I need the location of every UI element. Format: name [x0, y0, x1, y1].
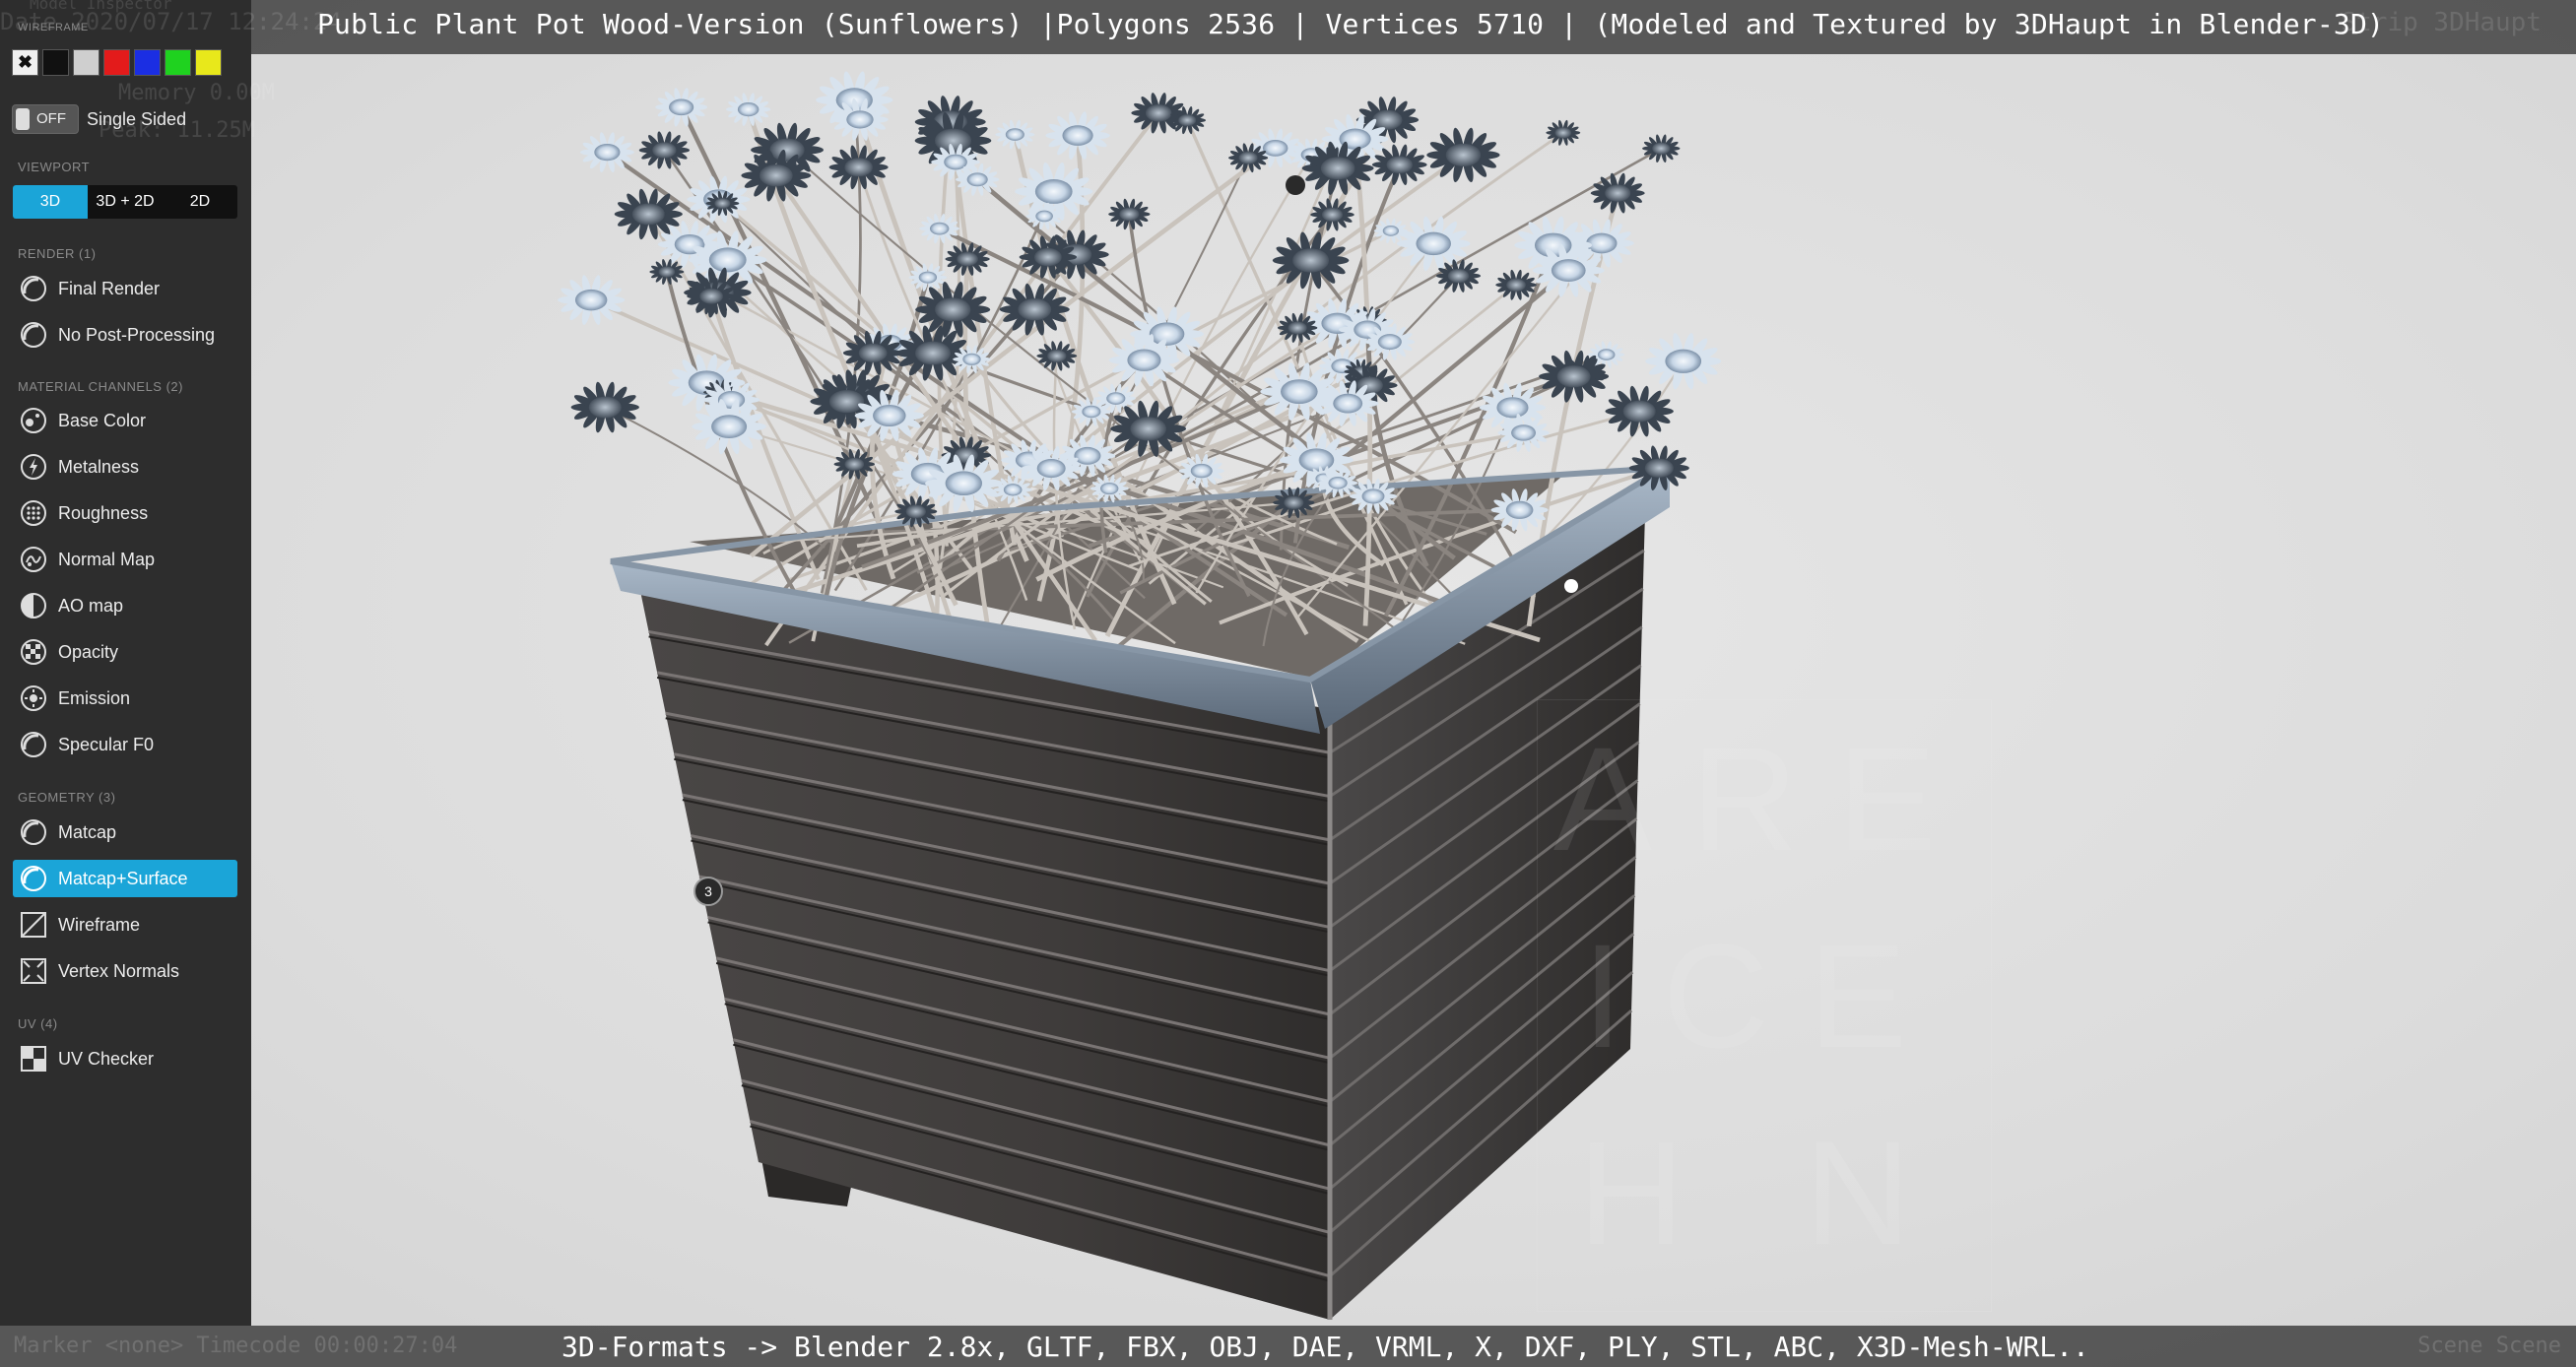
menu-label: No Post-Processing — [58, 324, 216, 345]
half-moon-icon — [18, 590, 49, 621]
dotted-sphere-icon — [18, 497, 49, 529]
watermark-text: ARE ICE H N — [1537, 699, 1992, 1312]
circle-half-icon — [18, 816, 49, 848]
geometry-section-label: GEOMETRY (3) — [18, 790, 116, 805]
uv-section-label: UV (4) — [18, 1016, 58, 1031]
menu-label: Normal Map — [58, 549, 156, 569]
swatch-none[interactable]: ✖ — [12, 49, 38, 76]
menu-roughness[interactable]: Roughness — [13, 494, 237, 532]
toggle-state: OFF — [36, 110, 66, 127]
menu-matcap-surface[interactable]: Matcap+Surface — [13, 860, 237, 897]
uv-checker-icon — [18, 1043, 49, 1074]
menu-matcap[interactable]: Matcap — [13, 814, 237, 851]
viewport-mode-group: 3D 3D + 2D 2D — [13, 185, 237, 219]
menu-normal-map[interactable]: Normal Map — [13, 541, 237, 578]
menu-label: Vertex Normals — [58, 960, 180, 981]
menu-opacity[interactable]: Opacity — [13, 633, 237, 671]
normal-map-icon — [18, 544, 49, 575]
formats-footer: 3D-Formats -> Blender 2.8x, GLTF, FBX, O… — [561, 1331, 2089, 1363]
menu-label: Final Render — [58, 278, 161, 298]
toggle-knob — [16, 108, 30, 130]
ghost-scene-label: Scene Scene — [2417, 1334, 2561, 1358]
swatch-yellow[interactable] — [195, 49, 222, 76]
bottom-info-bar: Marker <none> Timecode 00:00:27:04 3D-Fo… — [0, 1326, 2576, 1367]
circle-half-icon — [18, 273, 49, 304]
vertex-normals-icon — [18, 955, 49, 987]
menu-label: Specular F0 — [58, 734, 155, 754]
wireframe-color-swatches: ✖ — [12, 49, 222, 76]
render-section-label: RENDER (1) — [18, 246, 97, 261]
viewport-3d-2d-button[interactable]: 3D + 2D — [88, 185, 163, 219]
viewport-3d-button[interactable]: 3D — [13, 185, 88, 219]
swatch-black[interactable] — [42, 49, 69, 76]
menu-label: Roughness — [58, 502, 149, 523]
menu-no-post-processing[interactable]: No Post-Processing — [13, 316, 237, 354]
ghost-timecode: Marker <none> Timecode 00:00:27:04 — [14, 1334, 458, 1358]
single-sided-row: OFF Single Sided — [12, 104, 186, 134]
swatch-grey[interactable] — [73, 49, 99, 76]
material-section-label: MATERIAL CHANNELS (2) — [18, 379, 183, 394]
ghost-memory: Memory 0.00M — [118, 81, 275, 105]
menu-label: Opacity — [58, 641, 119, 662]
menu-label: Base Color — [58, 410, 147, 430]
lightning-icon — [18, 451, 49, 483]
menu-vertex-normals[interactable]: Vertex Normals — [13, 952, 237, 990]
ghost-strip-label: Strip 3DHaupt — [2341, 8, 2543, 37]
menu-label: Wireframe — [58, 914, 141, 935]
palette-icon — [18, 405, 49, 436]
menu-emission[interactable]: Emission — [13, 680, 237, 717]
menu-uv-checker[interactable]: UV Checker — [13, 1040, 237, 1077]
circle-half-icon — [18, 319, 49, 351]
3d-viewport[interactable]: ARE ICE H N 3 — [0, 0, 2576, 1367]
menu-label: Matcap — [58, 821, 117, 842]
wireframe-section-label: WIREFRAME — [18, 22, 89, 33]
menu-final-render[interactable]: Final Render — [13, 270, 237, 307]
menu-label: Matcap+Surface — [58, 868, 188, 888]
swatch-blue[interactable] — [134, 49, 161, 76]
single-sided-toggle[interactable]: OFF — [12, 104, 79, 134]
plant-pot-model — [558, 71, 1722, 1320]
circle-half-icon — [18, 729, 49, 760]
checker-sphere-icon — [18, 636, 49, 668]
viewport-section-label: VIEWPORT — [18, 160, 91, 174]
sun-icon — [18, 683, 49, 714]
menu-label: UV Checker — [58, 1048, 155, 1069]
menu-label: Metalness — [58, 456, 140, 477]
menu-ao-map[interactable]: AO map — [13, 587, 237, 624]
model-inspector-sidebar: Model Inspector Date 2020/07/17 12:24:24… — [0, 0, 342, 1326]
viewport-2d-button[interactable]: 2D — [163, 185, 237, 219]
menu-specular-f0[interactable]: Specular F0 — [13, 726, 237, 763]
menu-metalness[interactable]: Metalness — [13, 448, 237, 486]
menu-label: AO map — [58, 595, 124, 616]
menu-base-color[interactable]: Base Color — [13, 402, 237, 439]
menu-wireframe[interactable]: Wireframe — [13, 906, 237, 944]
model-title: Public Plant Pot Wood-Version (Sunflower… — [317, 8, 2385, 40]
top-info-bar: Public Plant Pot Wood-Version (Sunflower… — [0, 0, 2576, 54]
circle-half-icon — [18, 863, 49, 894]
single-sided-label: Single Sided — [87, 108, 187, 129]
swatch-red[interactable] — [103, 49, 130, 76]
menu-label: Emission — [58, 687, 131, 708]
annotation-hotspot[interactable]: 3 — [694, 877, 723, 906]
wireframe-icon — [18, 909, 49, 941]
swatch-green[interactable] — [165, 49, 191, 76]
